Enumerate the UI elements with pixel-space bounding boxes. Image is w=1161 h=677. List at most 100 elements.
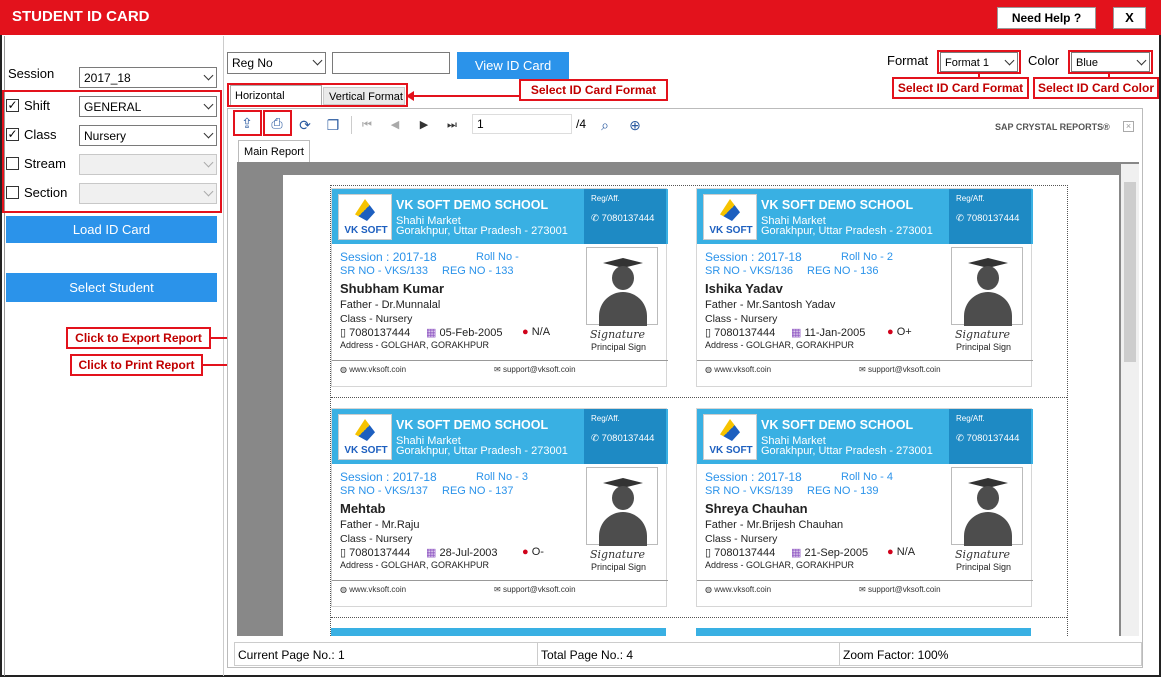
print-callout: Click to Print Report <box>70 354 203 376</box>
globe-icon: ◍ <box>340 585 350 594</box>
student-class: Class - Nursery <box>340 313 413 325</box>
logo-text: VK SOFT <box>709 225 753 236</box>
blood-value: N/A <box>531 326 551 338</box>
card-session: Session : 2017-18 <box>705 250 802 264</box>
zoom-icon[interactable]: ⊕ <box>624 114 646 136</box>
reg-aff: Reg/Aff. <box>956 414 985 423</box>
copy-icon[interactable]: ❐ <box>322 114 344 136</box>
website: ◍ www.vksoft.coin <box>340 365 406 374</box>
tab-vertical-format[interactable]: Vertical Format <box>323 87 405 105</box>
scrollbar-thumb[interactable] <box>1124 182 1136 362</box>
shift-select[interactable]: GENERAL <box>79 96 217 117</box>
class-value: Nursery <box>84 129 127 143</box>
session-value: 2017_18 <box>84 71 131 85</box>
format-select[interactable]: Format 1 <box>940 52 1018 72</box>
student-photo <box>951 247 1023 326</box>
address-line-2: Gorakhpur, Uttar Pradesh - 273001 <box>761 445 933 457</box>
mobile-value: 7080137444 <box>349 547 411 559</box>
bird-icon <box>720 199 740 221</box>
tab-horizontal-format[interactable]: Horizontal Format <box>230 85 322 122</box>
section-select[interactable] <box>79 183 217 204</box>
prev-page-icon[interactable]: ◀ <box>384 114 406 136</box>
card-srno: SR NO - VKS/139 <box>705 485 794 497</box>
vertical-scrollbar[interactable] <box>1121 164 1139 636</box>
email: ✉ support@vksoft.coin <box>494 365 576 374</box>
search-field-select[interactable]: Reg No <box>227 52 326 74</box>
student-mobile: ▯ 7080137444 <box>340 326 410 339</box>
export-icon[interactable]: ⇪ <box>236 112 258 134</box>
blood-value: O+ <box>896 326 912 338</box>
blood-drop-icon: ● <box>522 326 532 338</box>
arrow-left-icon <box>406 91 414 101</box>
first-page-icon[interactable]: ⏮ <box>356 114 378 136</box>
student-photo <box>951 467 1023 546</box>
close-tab-icon[interactable]: × <box>1123 121 1134 132</box>
address-line-2: Gorakhpur, Uttar Pradesh - 273001 <box>761 225 933 237</box>
student-photo <box>586 467 658 546</box>
school-logo: VK SOFT <box>338 194 392 240</box>
print-icon[interactable]: ⎙ <box>266 112 288 134</box>
page-number-input[interactable]: 1 <box>472 114 572 134</box>
card-regno: REG NO - 137 <box>442 485 514 497</box>
card-session: Session : 2017-18 <box>340 250 437 264</box>
id-card: VK SOFT VK SOFT DEMO SCHOOL Shahi Market Go… <box>331 188 668 387</box>
class-select[interactable]: Nursery <box>79 125 217 146</box>
binoculars-icon[interactable]: ⌕ <box>594 114 616 136</box>
mail-icon: ✉ <box>859 365 868 374</box>
website-value: www.vksoft.coin <box>349 585 407 594</box>
card-session: Session : 2017-18 <box>340 470 437 484</box>
chevron-down-icon <box>203 99 214 110</box>
card-session: Session : 2017-18 <box>705 470 802 484</box>
color-value: Blue <box>1076 57 1099 69</box>
chevron-down-icon <box>1004 55 1015 66</box>
card-color-callout: Select ID Card Color <box>1033 77 1159 99</box>
format-value: Format 1 <box>945 57 990 69</box>
school-phone: ✆ 7080137444 <box>956 433 1019 444</box>
chevron-down-icon <box>203 70 214 81</box>
shift-checkbox[interactable]: ✓ <box>6 99 19 112</box>
chevron-down-icon <box>1136 55 1147 66</box>
next-page-icon[interactable]: ▶ <box>413 114 435 136</box>
student-name: Shubham Kumar <box>340 281 445 296</box>
stream-label: Stream <box>24 156 66 171</box>
class-label: Class <box>24 127 57 142</box>
mail-icon: ✉ <box>494 365 503 374</box>
select-student-button[interactable]: Select Student <box>6 273 217 302</box>
search-input[interactable] <box>332 52 450 74</box>
principal-sign: Principal Sign <box>956 562 1012 572</box>
view-id-card-button[interactable]: View ID Card <box>457 52 569 79</box>
signature: Signature <box>590 328 646 341</box>
phone-value: 7080137444 <box>966 213 1020 224</box>
principal-sign: Principal Sign <box>591 342 647 352</box>
id-card: VK SOFT VK SOFT DEMO SCHOOL Shahi Market Go… <box>696 408 1033 607</box>
dob-value: 11-Jan-2005 <box>804 327 866 339</box>
last-page-icon[interactable]: ⏭ <box>441 114 463 136</box>
card-partial <box>696 628 1031 636</box>
tab-main-report[interactable]: Main Report <box>238 140 310 162</box>
close-button[interactable]: X <box>1113 7 1146 29</box>
color-connector <box>1108 74 1110 78</box>
school-address: Shahi Market Gorakhpur, Uttar Pradesh - 2… <box>761 436 933 457</box>
class-checkbox[interactable]: ✓ <box>6 128 19 141</box>
school-logo: VK SOFT <box>703 194 757 240</box>
refresh-icon[interactable]: ⟳ <box>294 114 316 136</box>
school-name: VK SOFT DEMO SCHOOL <box>761 198 914 212</box>
student-class: Class - Nursery <box>340 533 413 545</box>
color-select[interactable]: Blue <box>1071 52 1150 72</box>
load-id-card-button[interactable]: Load ID Card <box>6 216 217 243</box>
help-button[interactable]: Need Help ? <box>997 7 1096 29</box>
chevron-down-icon <box>203 186 214 197</box>
student-dob: ▦ 11-Jan-2005 <box>791 326 865 339</box>
website-value: www.vksoft.coin <box>714 365 772 374</box>
phone-icon: ✆ <box>956 213 967 224</box>
avatar-head <box>977 266 999 290</box>
email: ✉ support@vksoft.coin <box>859 365 941 374</box>
stream-checkbox[interactable] <box>6 157 19 170</box>
section-checkbox[interactable] <box>6 186 19 199</box>
format-label: Format <box>887 53 929 68</box>
stream-select[interactable] <box>79 154 217 175</box>
school-name: VK SOFT DEMO SCHOOL <box>396 198 549 212</box>
student-address: Address - GOLGHAR, GORAKHPUR <box>705 340 855 350</box>
card-roll: Roll No - 4 <box>841 471 893 483</box>
session-select[interactable]: 2017_18 <box>79 67 217 88</box>
